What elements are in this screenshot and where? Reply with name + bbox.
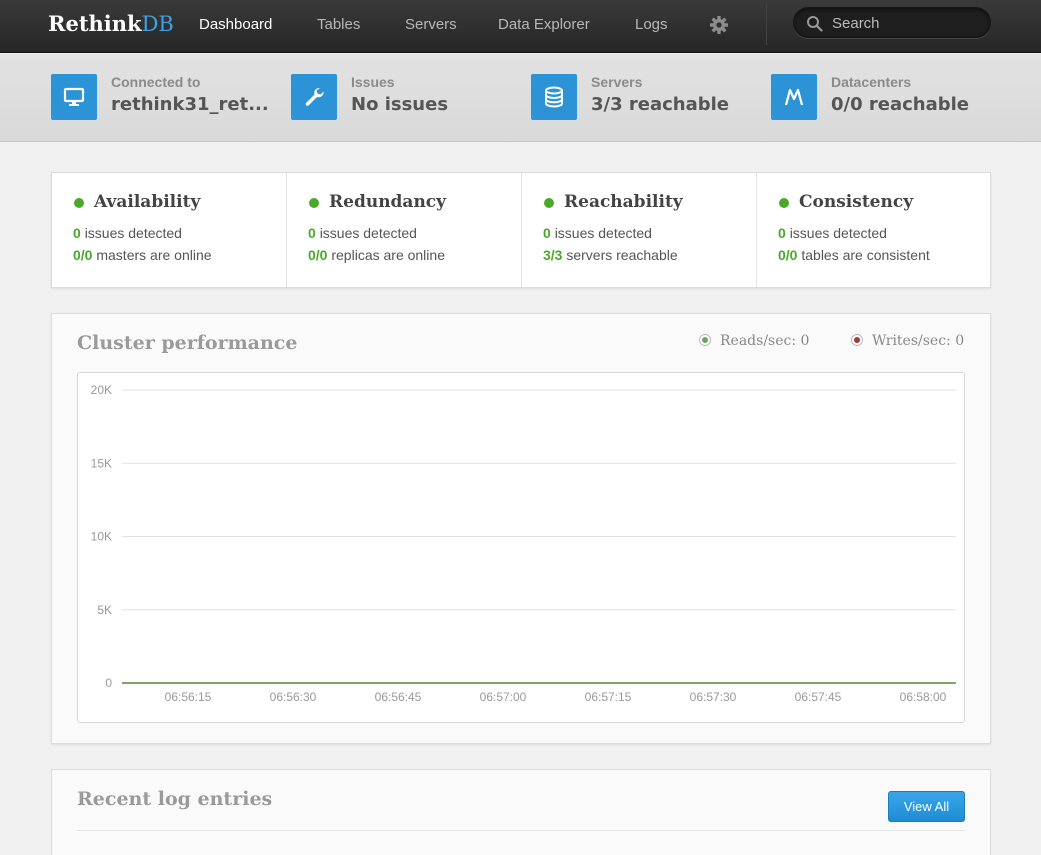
- x-tick-label: 06:57:00: [480, 690, 527, 704]
- nav-tables[interactable]: Tables: [317, 16, 360, 33]
- status-dot: [544, 198, 554, 208]
- nav-logs[interactable]: Logs: [635, 16, 668, 33]
- wrench-icon: [291, 74, 337, 120]
- health-title: Consistency: [799, 192, 914, 212]
- status-value: No issues: [351, 94, 449, 115]
- health-issues-line: 0 issues detected: [543, 225, 652, 241]
- health-detail-line: 0/0 masters are online: [73, 247, 212, 263]
- health-issues-line: 0 issues detected: [73, 225, 182, 241]
- status-value: rethink31_ret...: [111, 94, 269, 115]
- search-icon: [807, 16, 823, 32]
- status-label: Servers: [591, 74, 643, 90]
- health-detail-line: 0/0 replicas are online: [308, 247, 445, 263]
- gear-icon[interactable]: [709, 15, 729, 35]
- search-input[interactable]: [832, 13, 982, 33]
- status-dot: [779, 198, 789, 208]
- panel-title: Recent log entries: [77, 788, 273, 810]
- search-box[interactable]: [793, 7, 991, 38]
- health-issues-line: 0 issues detected: [308, 225, 417, 241]
- brand-logo[interactable]: RethinkDB: [48, 11, 174, 36]
- top-navbar: RethinkDB Dashboard Tables Servers Data …: [0, 0, 1041, 53]
- writes-legend-dot: [851, 334, 863, 346]
- cluster-performance-panel: Cluster performance Reads/sec: 0 Writes/…: [51, 313, 991, 744]
- nav-dashboard[interactable]: Dashboard: [199, 16, 272, 33]
- status-value: 3/3 reachable: [591, 94, 730, 115]
- y-tick-label: 5K: [97, 603, 112, 617]
- datacenter-icon: [771, 74, 817, 120]
- health-detail-line: 0/0 tables are consistent: [778, 247, 930, 263]
- nav-divider: [766, 5, 767, 45]
- x-tick-label: 06:58:00: [900, 690, 947, 704]
- reads-legend-dot: [699, 334, 711, 346]
- health-reachability[interactable]: Reachability 0 issues detected 3/3 serve…: [522, 173, 757, 287]
- health-detail-line: 3/3 servers reachable: [543, 247, 678, 263]
- y-tick-label: 20K: [91, 383, 112, 397]
- health-title: Redundancy: [329, 192, 447, 212]
- nav-servers[interactable]: Servers: [405, 16, 457, 33]
- y-tick-label: 15K: [91, 456, 112, 470]
- chart-plot: 0 5K 10K 15K 20K 06:56:15 06:56:30 06:56:45 06:5…: [91, 383, 956, 704]
- x-tick-label: 06:56:45: [375, 690, 422, 704]
- x-tick-label: 06:57:30: [690, 690, 737, 704]
- nav-data-explorer[interactable]: Data Explorer: [498, 16, 590, 33]
- health-issues-line: 0 issues detected: [778, 225, 887, 241]
- health-redundancy[interactable]: Redundancy 0 issues detected 0/0 replica…: [287, 173, 522, 287]
- database-icon: [531, 74, 577, 120]
- status-label: Connected to: [111, 74, 201, 90]
- x-tick-label: 06:57:45: [795, 690, 842, 704]
- panel-title: Cluster performance: [77, 332, 298, 354]
- legend-writes: Writes/sec: 0: [851, 333, 964, 349]
- y-tick-label: 10K: [91, 530, 112, 544]
- health-title: Reachability: [564, 192, 683, 212]
- legend-reads: Reads/sec: 0: [699, 333, 809, 349]
- recent-logs-panel: Recent log entries View All: [51, 769, 991, 855]
- health-title: Availability: [94, 192, 201, 212]
- status-dot: [309, 198, 319, 208]
- view-all-button[interactable]: View All: [888, 791, 965, 822]
- status-strip: Connected to rethink31_ret... Issues No …: [0, 54, 1041, 142]
- x-tick-label: 06:56:30: [270, 690, 317, 704]
- status-label: Datacenters: [831, 74, 912, 90]
- x-tick-label: 06:56:15: [165, 690, 212, 704]
- divider: [77, 830, 965, 831]
- cluster-health-panel: Availability 0 issues detected 0/0 maste…: [51, 172, 991, 288]
- health-availability[interactable]: Availability 0 issues detected 0/0 maste…: [52, 173, 287, 287]
- status-label: Issues: [351, 74, 395, 90]
- x-tick-label: 06:57:15: [585, 690, 632, 704]
- status-value: 0/0 reachable: [831, 94, 970, 115]
- status-dot: [74, 198, 84, 208]
- performance-chart: 0 5K 10K 15K 20K 06:56:15 06:56:30 06:56:45 06:5…: [77, 372, 965, 723]
- y-tick-label: 0: [105, 676, 112, 690]
- health-consistency[interactable]: Consistency 0 issues detected 0/0 tables…: [757, 173, 992, 287]
- monitor-icon: [51, 74, 97, 120]
